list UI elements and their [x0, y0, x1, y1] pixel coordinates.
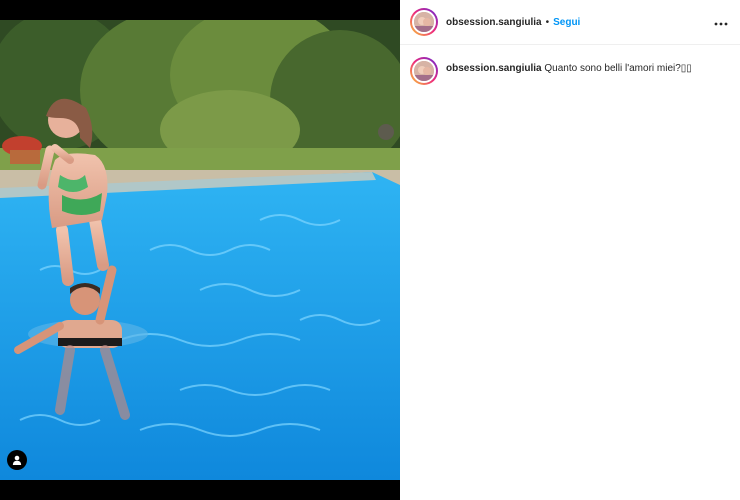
- caption-row: obsession.sangiulia Quanto sono belli l'…: [400, 45, 740, 85]
- post-side-panel: obsession.sangiulia • Segui obsession.sa…: [400, 0, 740, 500]
- avatar[interactable]: [410, 8, 438, 36]
- post-header: obsession.sangiulia • Segui: [400, 0, 740, 45]
- post-media[interactable]: [0, 0, 400, 500]
- user-tag-icon[interactable]: [7, 450, 27, 470]
- follow-button[interactable]: Segui: [553, 17, 580, 28]
- post-photo: [0, 20, 400, 480]
- caption-avatar[interactable]: [410, 57, 438, 85]
- more-options-icon[interactable]: [714, 13, 728, 31]
- post-caption: obsession.sangiulia Quanto sono belli l'…: [446, 63, 692, 74]
- caption-avatar-image: [412, 59, 436, 83]
- caption-username[interactable]: obsession.sangiulia: [446, 63, 542, 74]
- caption-text: Quanto sono belli l'amori miei?▯▯: [544, 63, 692, 74]
- separator-dot: •: [545, 16, 550, 28]
- avatar-image: [412, 10, 436, 34]
- header-username[interactable]: obsession.sangiulia: [446, 17, 542, 28]
